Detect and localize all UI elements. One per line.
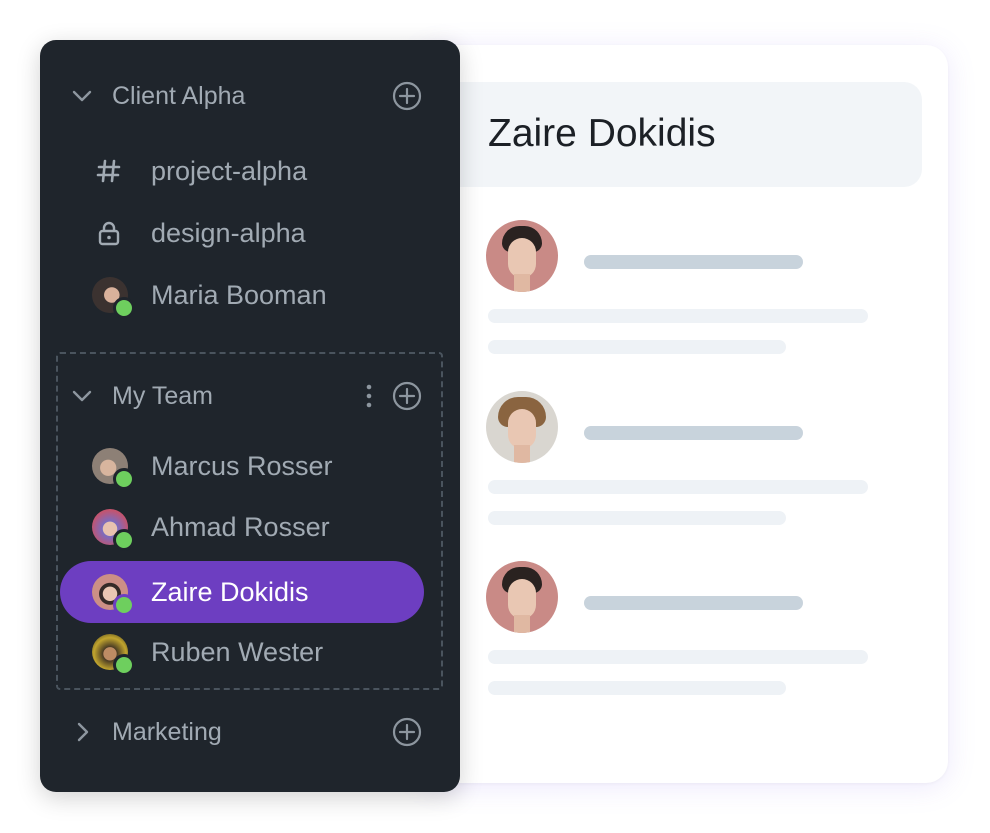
sender-name-placeholder — [584, 255, 803, 269]
online-status-indicator — [113, 468, 135, 490]
message-line-placeholder — [488, 340, 786, 354]
sidebar-item-label: Ruben Wester — [151, 637, 324, 667]
sidebar-item-label: project-alpha — [151, 156, 308, 186]
group-label: Marketing — [112, 718, 222, 746]
sidebar-item-design-alpha[interactable]: design-alpha — [40, 208, 460, 258]
group-label: Client Alpha — [112, 82, 246, 110]
message-placeholder — [486, 391, 886, 541]
message-line-placeholder — [488, 309, 868, 323]
sidebar-item-label: Marcus Rosser — [151, 451, 333, 481]
avatar — [92, 634, 135, 676]
message-line-placeholder — [488, 480, 868, 494]
sidebar-item-marcus-rosser[interactable]: Marcus Rosser — [40, 441, 460, 491]
sidebar-item-label: Maria Booman — [151, 280, 327, 310]
sidebar-item-label: Zaire Dokidis — [151, 577, 309, 607]
sender-name-placeholder — [584, 596, 803, 610]
online-status-indicator — [113, 529, 135, 551]
conversation-title: Zaire Dokidis — [488, 112, 716, 155]
sidebar-item-ruben-wester[interactable]: Ruben Wester — [40, 627, 460, 677]
group-header-client-alpha[interactable]: Client Alpha — [40, 71, 460, 121]
chevron-right-icon[interactable] — [70, 720, 94, 744]
avatar — [92, 448, 135, 490]
message-placeholder — [486, 561, 886, 711]
message-placeholder — [486, 220, 886, 370]
avatar — [486, 220, 558, 292]
message-line-placeholder — [488, 511, 786, 525]
group-label: My Team — [112, 382, 213, 410]
sidebar: Client Alpha project-alpha design-alpha … — [40, 40, 460, 792]
hash-icon — [96, 159, 121, 183]
sidebar-item-project-alpha[interactable]: project-alpha — [40, 146, 460, 196]
add-circle-icon[interactable] — [392, 717, 422, 747]
avatar — [92, 509, 135, 551]
sidebar-item-ahmad-rosser[interactable]: Ahmad Rosser — [40, 502, 460, 552]
online-status-indicator — [113, 654, 135, 676]
message-line-placeholder — [488, 650, 868, 664]
lock-icon — [98, 221, 120, 246]
group-header-marketing[interactable]: Marketing — [40, 707, 460, 757]
sidebar-item-maria-booman[interactable]: Maria Booman — [40, 270, 460, 320]
online-status-indicator — [113, 594, 135, 616]
group-header-my-team[interactable]: My Team — [40, 371, 460, 421]
avatar — [92, 277, 135, 319]
message-line-placeholder — [488, 681, 786, 695]
more-options-icon[interactable] — [356, 383, 382, 409]
sender-name-placeholder — [584, 426, 803, 440]
avatar — [486, 391, 558, 463]
chevron-down-icon[interactable] — [70, 84, 94, 108]
add-circle-icon[interactable] — [392, 81, 422, 111]
add-circle-icon[interactable] — [392, 381, 422, 411]
online-status-indicator — [113, 297, 135, 319]
avatar — [486, 561, 558, 633]
chevron-down-icon[interactable] — [70, 384, 94, 408]
sidebar-item-zaire-dokidis[interactable]: Zaire Dokidis — [40, 567, 460, 617]
avatar — [92, 574, 135, 616]
sidebar-item-label: Ahmad Rosser — [151, 512, 330, 542]
sidebar-item-label: design-alpha — [151, 218, 306, 248]
